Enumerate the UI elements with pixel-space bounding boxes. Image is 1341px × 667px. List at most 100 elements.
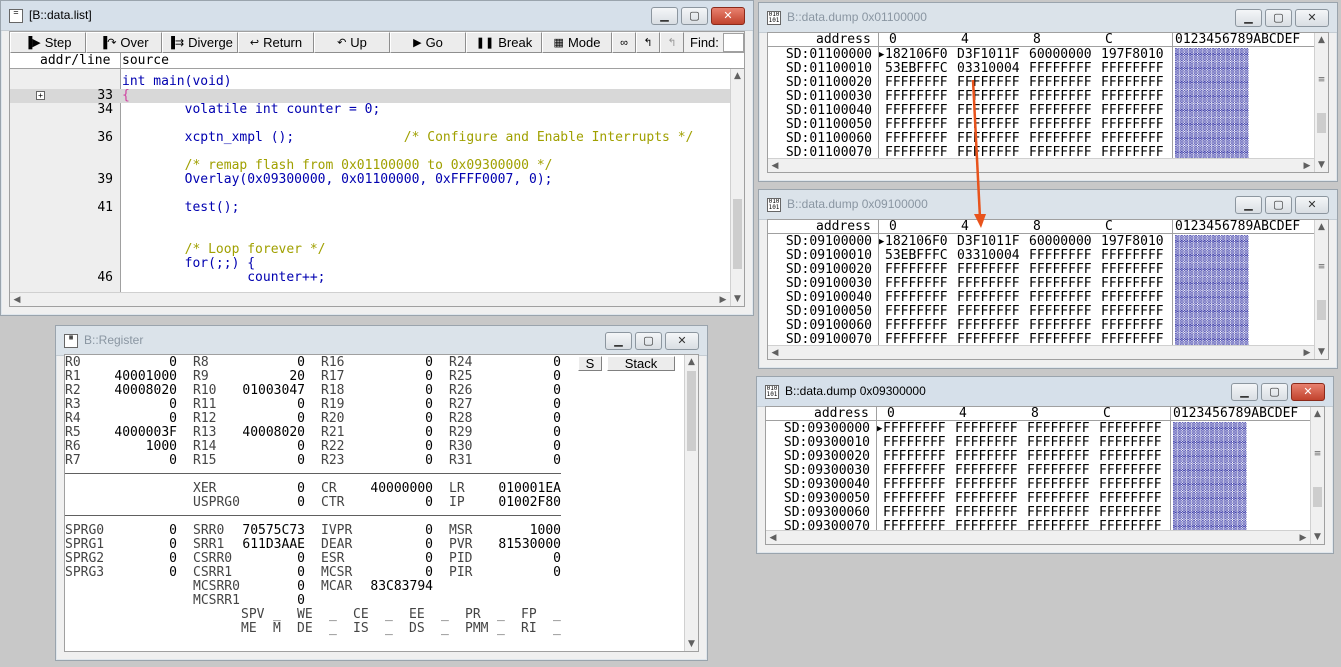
- dump-word[interactable]: FFFFFFFF: [1029, 319, 1092, 333]
- source-line[interactable]: 36 xcptn_xmpl (); /* Configure and Enabl…: [10, 131, 730, 145]
- register-value[interactable]: 0: [97, 412, 177, 426]
- msr-flag[interactable]: DE: [297, 622, 313, 636]
- dump-word[interactable]: FFFFFFFF: [957, 104, 1020, 118]
- glasses-button[interactable]: ∞: [612, 32, 636, 53]
- close-button[interactable]: ✕: [665, 332, 699, 350]
- close-button[interactable]: ✕: [1295, 9, 1329, 27]
- dump-word[interactable]: FFFFFFFF: [1027, 464, 1090, 478]
- dump-word[interactable]: FFFFFFFF: [885, 132, 948, 146]
- dump-word[interactable]: FFFFFFFF: [883, 492, 946, 506]
- dump-word[interactable]: FFFFFFFF: [1027, 450, 1090, 464]
- source-line[interactable]: int main(void): [10, 75, 730, 89]
- dump-word[interactable]: FFFFFFFF: [1029, 277, 1092, 291]
- up-button[interactable]: ↶ Up: [314, 32, 390, 53]
- dump-row[interactable]: SD:01100040 FFFFFFFF FFFFFFFF FFFFFFFF FFFFF…: [768, 104, 1308, 118]
- dump-word[interactable]: FFFFFFFF: [1099, 450, 1162, 464]
- register-value[interactable]: 0: [225, 594, 305, 608]
- scroll-up-icon[interactable]: ▲: [1311, 407, 1324, 421]
- return-button[interactable]: ↩ Return: [238, 32, 314, 53]
- dump-word[interactable]: FFFFFFFF: [1029, 132, 1092, 146]
- dump-row[interactable]: SD:09300010 FFFFFFFF FFFFFFFF FFFFFFFF FFFFF…: [766, 436, 1306, 450]
- msr-flag[interactable]: _: [553, 608, 561, 622]
- dump-word[interactable]: 182106F0: [885, 235, 948, 249]
- dump-word[interactable]: 182106F0: [885, 48, 948, 62]
- register-value[interactable]: 0: [225, 440, 305, 454]
- dump-vscrollbar[interactable]: ▲ ≡ ▼: [1310, 407, 1324, 544]
- msr-flag[interactable]: DS: [409, 622, 425, 636]
- maximize-button[interactable]: ▢: [1261, 383, 1288, 401]
- dump-word[interactable]: FFFFFFFF: [1099, 464, 1162, 478]
- register-value[interactable]: 0: [353, 356, 433, 370]
- register-value[interactable]: 0: [353, 440, 433, 454]
- dump-vscroll-thumb[interactable]: [1317, 300, 1326, 320]
- scroll-right-icon[interactable]: ▶: [1300, 346, 1314, 359]
- dump-row[interactable]: SD:09300060 FFFFFFFF FFFFFFFF FFFFFFFF FFFFF…: [766, 506, 1306, 520]
- register-value[interactable]: 0: [481, 370, 561, 384]
- dump-hscrollbar[interactable]: ◀ ▶: [766, 530, 1310, 544]
- register-value[interactable]: 0: [97, 538, 177, 552]
- list-vscrollbar[interactable]: ▲ ▼: [730, 69, 744, 306]
- dump-word[interactable]: 60000000: [1029, 235, 1092, 249]
- scroll-mid-icon[interactable]: ≡: [1315, 260, 1328, 274]
- msr-flag[interactable]: PMM: [465, 622, 488, 636]
- register-vscrollbar[interactable]: ▲ ▼: [684, 355, 698, 651]
- s-button[interactable]: S: [578, 356, 602, 371]
- dump-word[interactable]: FFFFFFFF: [957, 76, 1020, 90]
- scroll-up-icon[interactable]: ▲: [731, 69, 744, 83]
- msr-flag[interactable]: IS: [353, 622, 369, 636]
- register-value[interactable]: 83C83794: [353, 580, 433, 594]
- dump-word[interactable]: FFFFFFFF: [957, 90, 1020, 104]
- dump3-client[interactable]: address 0 4 8 C 0123456789ABCDEF SD:09300000 ▶ F…: [765, 406, 1325, 545]
- dump-word[interactable]: 197F8010: [1101, 235, 1164, 249]
- dump-word[interactable]: FFFFFFFF: [1101, 277, 1164, 291]
- register-value[interactable]: 70575C73: [225, 524, 305, 538]
- register-value[interactable]: 01003047: [225, 384, 305, 398]
- maximize-button[interactable]: ▢: [1265, 196, 1292, 214]
- list-vscroll-thumb[interactable]: [733, 199, 742, 269]
- minimize-button[interactable]: ▁: [1235, 9, 1262, 27]
- source-line[interactable]: [10, 215, 730, 229]
- dump-word[interactable]: FFFFFFFF: [883, 450, 946, 464]
- register-value[interactable]: 40008020: [97, 384, 177, 398]
- dump-word[interactable]: FFFFFFFF: [1099, 506, 1162, 520]
- dump3-titlebar[interactable]: 010 101 B::data.dump 0x09300000 ▁ ▢ ✕: [757, 377, 1333, 407]
- register-titlebar[interactable]: ▦ B::Register ▁ ▢ ✕: [56, 326, 707, 356]
- dump-row[interactable]: SD:09100030 FFFFFFFF FFFFFFFF FFFFFFFF FFFFF…: [768, 277, 1308, 291]
- msr-flag[interactable]: _: [441, 608, 449, 622]
- dump-word[interactable]: FFFFFFFF: [955, 422, 1018, 436]
- source-line[interactable]: /* remap flash from 0x01100000 to 0x0930…: [10, 159, 730, 173]
- dump-row[interactable]: SD:01100020 FFFFFFFF FFFFFFFF FFFFFFFF FFFFF…: [768, 76, 1308, 90]
- close-button[interactable]: ✕: [1291, 383, 1325, 401]
- dump-word[interactable]: FFFFFFFF: [1099, 436, 1162, 450]
- dump-word[interactable]: FFFFFFFF: [1101, 291, 1164, 305]
- register-value[interactable]: 010001EA: [481, 482, 561, 496]
- register-value[interactable]: 0: [481, 566, 561, 580]
- dump-row[interactable]: SD:09100010 53EBFFFC 03310004 FFFFFFFF FFFFF…: [768, 249, 1308, 263]
- dump-word[interactable]: FFFFFFFF: [885, 291, 948, 305]
- dump-word[interactable]: FFFFFFFF: [885, 118, 948, 132]
- dump-row[interactable]: SD:09300050 FFFFFFFF FFFFFFFF FFFFFFFF FFFFF…: [766, 492, 1306, 506]
- close-button[interactable]: ✕: [711, 7, 745, 25]
- dump-word[interactable]: 53EBFFFC: [885, 62, 948, 76]
- dump-word[interactable]: FFFFFFFF: [1029, 104, 1092, 118]
- mode-button[interactable]: ▦ Mode: [542, 32, 612, 53]
- dump-word[interactable]: FFFFFFFF: [1101, 305, 1164, 319]
- msr-flag[interactable]: WE: [297, 608, 313, 622]
- dump-word[interactable]: FFFFFFFF: [1029, 62, 1092, 76]
- msr-flag[interactable]: RI: [521, 622, 537, 636]
- dump-word[interactable]: FFFFFFFF: [957, 118, 1020, 132]
- register-value[interactable]: 40008020: [225, 426, 305, 440]
- dump-word[interactable]: FFFFFFFF: [957, 263, 1020, 277]
- scroll-right-icon[interactable]: ▶: [716, 293, 730, 306]
- dump2-titlebar[interactable]: 010 101 B::data.dump 0x09100000 ▁ ▢ ✕: [759, 190, 1337, 220]
- scroll-up-icon[interactable]: ▲: [1315, 33, 1328, 47]
- scroll-down-icon[interactable]: ▼: [731, 292, 744, 306]
- dump-word[interactable]: FFFFFFFF: [885, 90, 948, 104]
- dump-row[interactable]: SD:01100000 ▶ 182106F0 D3F1011F 60000000 197F…: [768, 48, 1308, 62]
- source-line[interactable]: [10, 187, 730, 201]
- register-value[interactable]: 0: [481, 440, 561, 454]
- source-header[interactable]: source: [122, 53, 169, 68]
- dump-row[interactable]: SD:01100030 FFFFFFFF FFFFFFFF FFFFFFFF FFFFF…: [768, 90, 1308, 104]
- msr-flag[interactable]: PR: [465, 608, 481, 622]
- dump-word[interactable]: FFFFFFFF: [885, 76, 948, 90]
